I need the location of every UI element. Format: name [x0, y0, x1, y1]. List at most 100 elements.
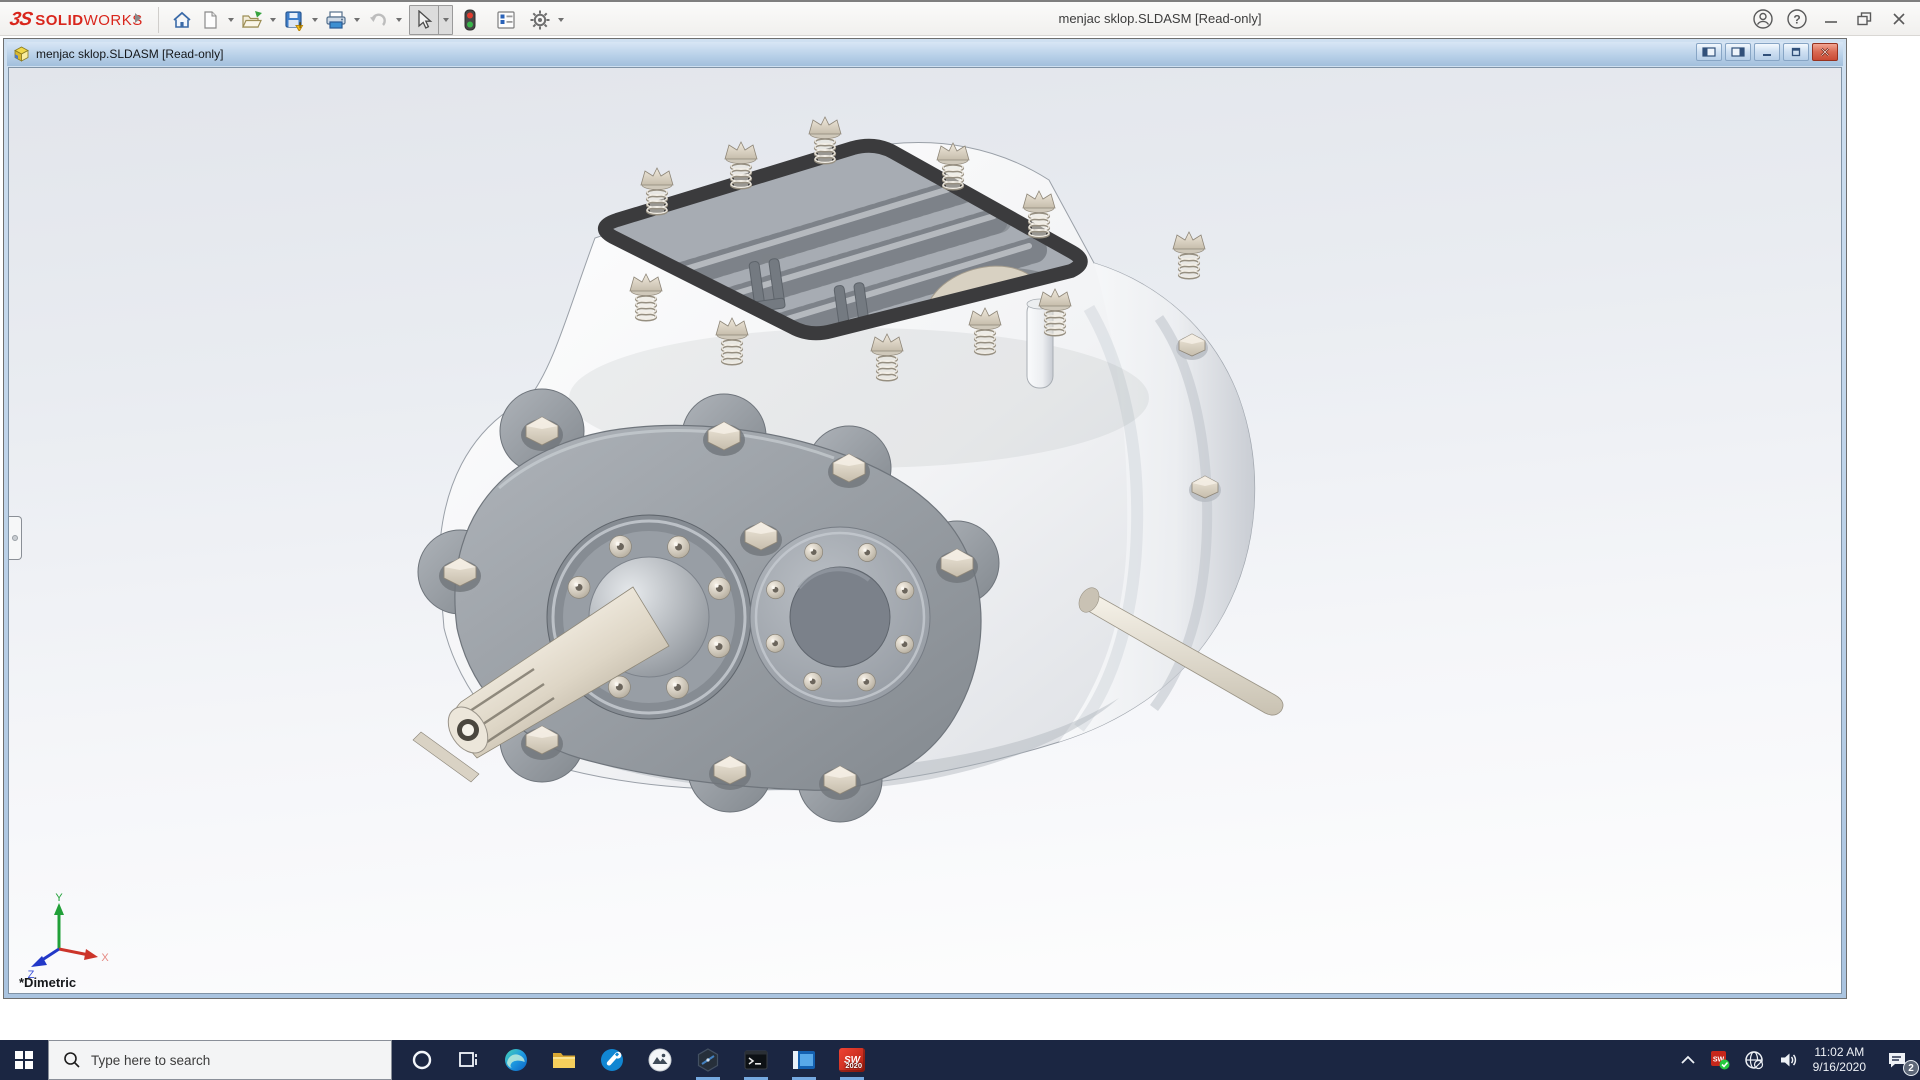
save-dropdown[interactable]: [308, 6, 322, 34]
cover-screw[interactable]: [804, 542, 824, 562]
cover-screw[interactable]: [856, 672, 876, 692]
file-explorer-icon: [553, 1053, 575, 1068]
open-button[interactable]: [238, 6, 266, 34]
tray-network-button[interactable]: [1737, 1040, 1771, 1080]
search-input[interactable]: [91, 1052, 351, 1068]
taskbar-app-solidworks[interactable]: SW 2020: [828, 1040, 876, 1080]
logo-glyph: 3S: [7, 9, 34, 30]
document-window: menjac sklop.SLDASM [Read-only] Y X Z *D…: [3, 38, 1847, 999]
edge-icon: [505, 1049, 527, 1071]
taskbar-app-edge[interactable]: [492, 1040, 540, 1080]
pane-left-icon: [1702, 47, 1716, 57]
show-right-pane-button[interactable]: [1725, 43, 1751, 61]
print-button[interactable]: [322, 6, 350, 34]
notification-badge: 2: [1903, 1060, 1919, 1076]
document-window-controls: [1696, 43, 1838, 61]
taskbar-app-command-prompt[interactable]: [732, 1040, 780, 1080]
taskbar-app-file-explorer[interactable]: [540, 1040, 588, 1080]
view-orientation-label: *Dimetric: [19, 975, 77, 990]
cover-screw[interactable]: [895, 634, 914, 654]
close-button[interactable]: [1884, 5, 1914, 33]
properties-button[interactable]: [492, 6, 520, 34]
solidworks-2020-icon: SW 2020: [839, 1048, 865, 1072]
tray-chevron-button[interactable]: [1673, 1040, 1703, 1080]
restore-button[interactable]: [1850, 5, 1880, 33]
taskbar-app-settings-tools[interactable]: [588, 1040, 636, 1080]
document-title-bar[interactable]: menjac sklop.SLDASM [Read-only]: [7, 42, 1843, 66]
cover-screw[interactable]: [666, 676, 689, 699]
new-document-dropdown[interactable]: [224, 6, 238, 34]
help-button[interactable]: ?: [1782, 5, 1812, 33]
cover-screw[interactable]: [667, 535, 690, 559]
doc-restore-button[interactable]: [1783, 43, 1809, 61]
select-tool-dropdown[interactable]: [438, 6, 452, 34]
doc-close-button[interactable]: [1812, 43, 1838, 61]
inspection-cover[interactable]: [749, 526, 931, 708]
help-icon: ?: [1787, 9, 1807, 29]
taskbar-app-photos[interactable]: [636, 1040, 684, 1080]
triad-y-label: Y: [55, 893, 63, 904]
home-icon: [173, 11, 191, 28]
undo-dropdown[interactable]: [392, 6, 406, 34]
tray-solidworks-monitor[interactable]: SW: [1703, 1040, 1737, 1080]
undo-button[interactable]: [364, 6, 392, 34]
start-button[interactable]: [0, 1040, 48, 1080]
home-button[interactable]: [168, 6, 196, 34]
options-button[interactable]: [526, 6, 554, 34]
new-document-button[interactable]: [196, 6, 224, 34]
close-icon: [1893, 13, 1905, 25]
cover-screw[interactable]: [765, 633, 785, 653]
quick-access-toolbar: [168, 4, 568, 36]
feature-manager-collapsed-tab[interactable]: [9, 516, 22, 560]
windows-taskbar: SW 2020 SW 11:02 AM 9/16/2020 2: [0, 1040, 1920, 1080]
tray-volume-button[interactable]: [1771, 1040, 1805, 1080]
action-center-button[interactable]: 2: [1874, 1040, 1920, 1080]
menu-flyout-arrow-icon[interactable]: [134, 12, 142, 24]
save-button[interactable]: [280, 6, 308, 34]
cortana-button[interactable]: [398, 1040, 446, 1080]
taskbar-app-hexagon[interactable]: [684, 1040, 732, 1080]
minimize-button[interactable]: [1816, 5, 1846, 33]
print-dropdown[interactable]: [350, 6, 364, 34]
doc-restore-icon: [1791, 47, 1801, 57]
pane-right-icon: [1731, 47, 1745, 57]
photos-icon: [648, 1048, 672, 1072]
task-view-button[interactable]: [444, 1040, 492, 1080]
speaker-icon: [1780, 1053, 1796, 1067]
save-icon: [284, 10, 303, 31]
app-title-bar: 3S SOLID WORKS menjac sklop.SLDASM [Read…: [0, 0, 1920, 36]
cover-stud[interactable]: [1172, 231, 1206, 280]
triad-x-label: X: [101, 952, 109, 964]
doc-close-icon: [1820, 47, 1830, 57]
user-icon: [1753, 9, 1773, 29]
select-tool-button[interactable]: [410, 6, 438, 34]
user-account-button[interactable]: [1748, 5, 1778, 33]
search-icon: [64, 1052, 80, 1068]
cover-screw[interactable]: [895, 581, 915, 601]
cover-screw[interactable]: [803, 672, 823, 691]
orientation-triad: Y X Z: [28, 893, 110, 981]
options-dropdown[interactable]: [554, 6, 568, 34]
cover-screw[interactable]: [857, 543, 877, 562]
doc-minimize-button[interactable]: [1754, 43, 1780, 61]
document-title: menjac sklop.SLDASM [Read-only]: [36, 47, 224, 61]
cover-screw[interactable]: [766, 580, 785, 600]
taskbar-app-media[interactable]: [780, 1040, 828, 1080]
graphics-viewport[interactable]: Y X Z *Dimetric: [8, 67, 1842, 994]
gear-icon: [530, 10, 550, 30]
interference-check-button[interactable]: [456, 6, 484, 34]
tray-clock[interactable]: 11:02 AM 9/16/2020: [1805, 1045, 1874, 1075]
cover-screw[interactable]: [567, 576, 591, 599]
show-left-pane-button[interactable]: [1696, 43, 1722, 61]
open-dropdown[interactable]: [266, 6, 280, 34]
cover-screw[interactable]: [707, 635, 731, 658]
panel-tab-grip: [12, 535, 18, 541]
taskbar-search[interactable]: [48, 1040, 392, 1080]
print-icon: [326, 11, 346, 29]
gearbox-3d-model[interactable]: [9, 68, 1841, 995]
windows-logo-icon: [15, 1051, 33, 1069]
task-view-icon: [459, 1052, 477, 1067]
media-app-icon: [793, 1051, 815, 1069]
cover-screw[interactable]: [609, 535, 632, 558]
cover-screw[interactable]: [708, 577, 731, 600]
